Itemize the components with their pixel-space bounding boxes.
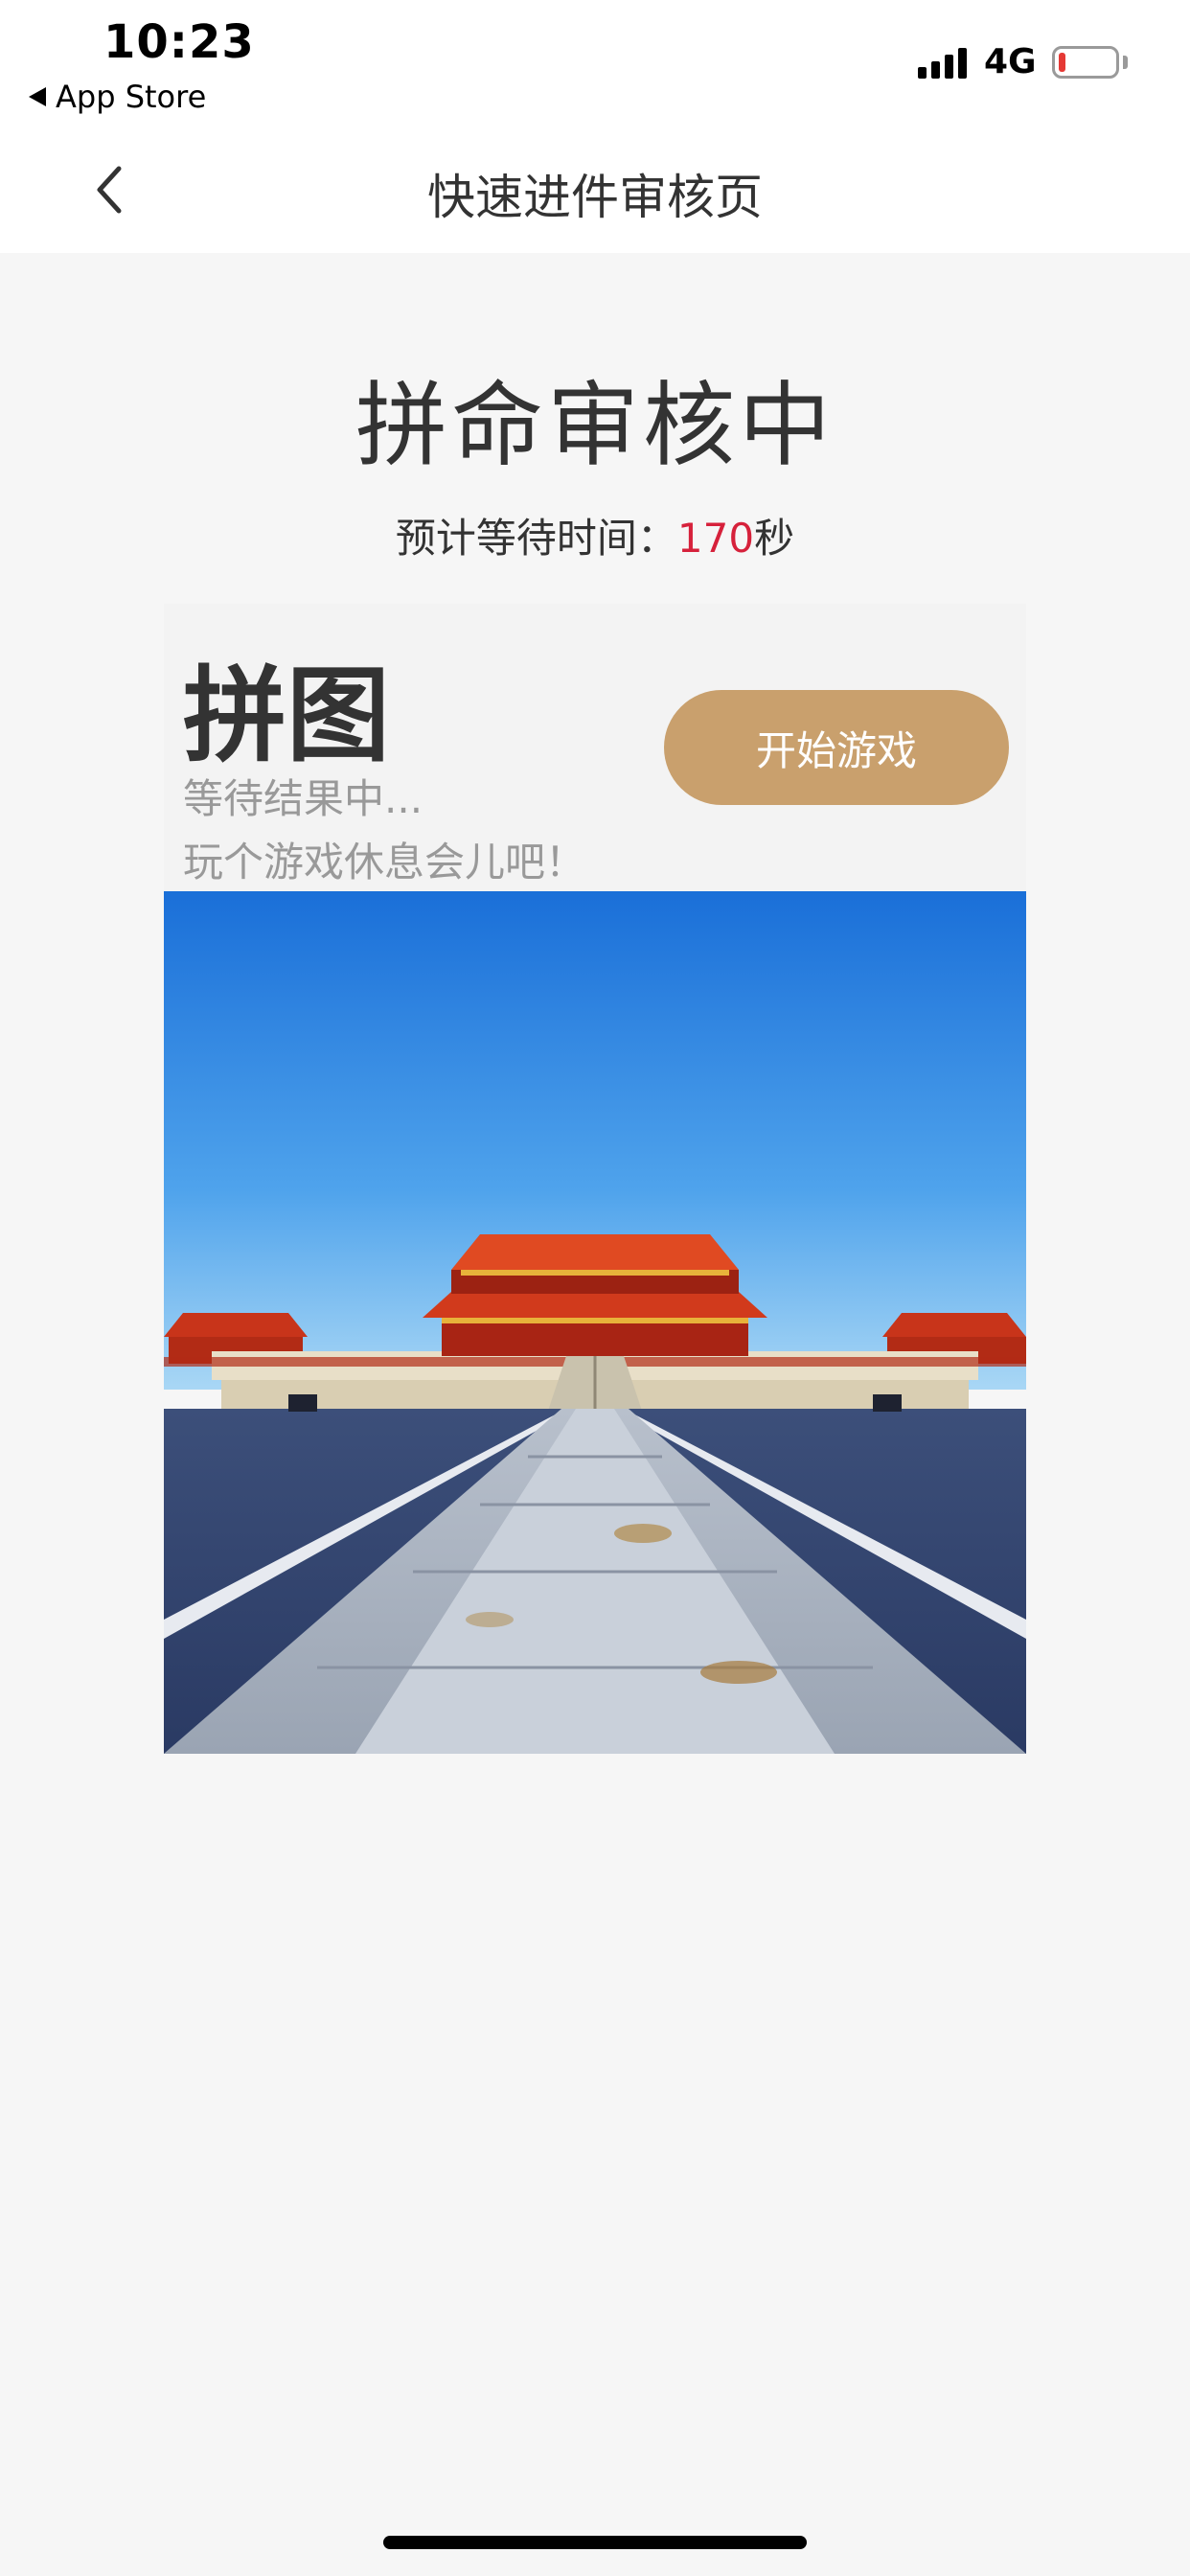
wait-seconds: 170 [676,515,755,562]
nav-bar: 快速进件审核页 [0,126,1190,253]
back-to-app-label: App Store [56,79,207,115]
puzzle-image [164,891,1026,1754]
home-indicator[interactable] [383,2536,807,2549]
start-game-button[interactable]: 开始游戏 [664,690,1009,805]
battery-cap [1123,56,1128,69]
game-subtitle-rest: 玩个游戏休息会儿吧！ [183,839,586,886]
status-bar: 10:23 App Store 4G [0,0,1190,126]
puzzle-game-card: 拼图 等待结果中... 玩个游戏休息会儿吧！ 开始游戏 [164,604,1026,891]
status-time: 10:23 [103,15,255,69]
wait-suffix: 秒 [754,515,795,562]
page-title: 快速进件审核页 [427,170,763,225]
battery-low-icon [1052,46,1119,79]
game-title: 拼图 [183,656,391,776]
back-to-app-link[interactable]: App Store [29,79,206,115]
palace-illustration [164,891,1026,1754]
chevron-left-icon [97,166,122,214]
triangle-left-icon [29,87,46,106]
battery-level [1059,53,1065,72]
cellular-signal-icon [918,46,967,79]
network-type: 4G [984,42,1037,81]
wait-prefix: 预计等待时间： [395,515,677,562]
game-subtitle-waiting: 等待结果中... [183,775,423,822]
review-status-heading: 拼命审核中 [355,372,835,479]
estimated-wait: 预计等待时间：170秒 [0,506,1190,564]
back-button[interactable] [84,161,142,218]
